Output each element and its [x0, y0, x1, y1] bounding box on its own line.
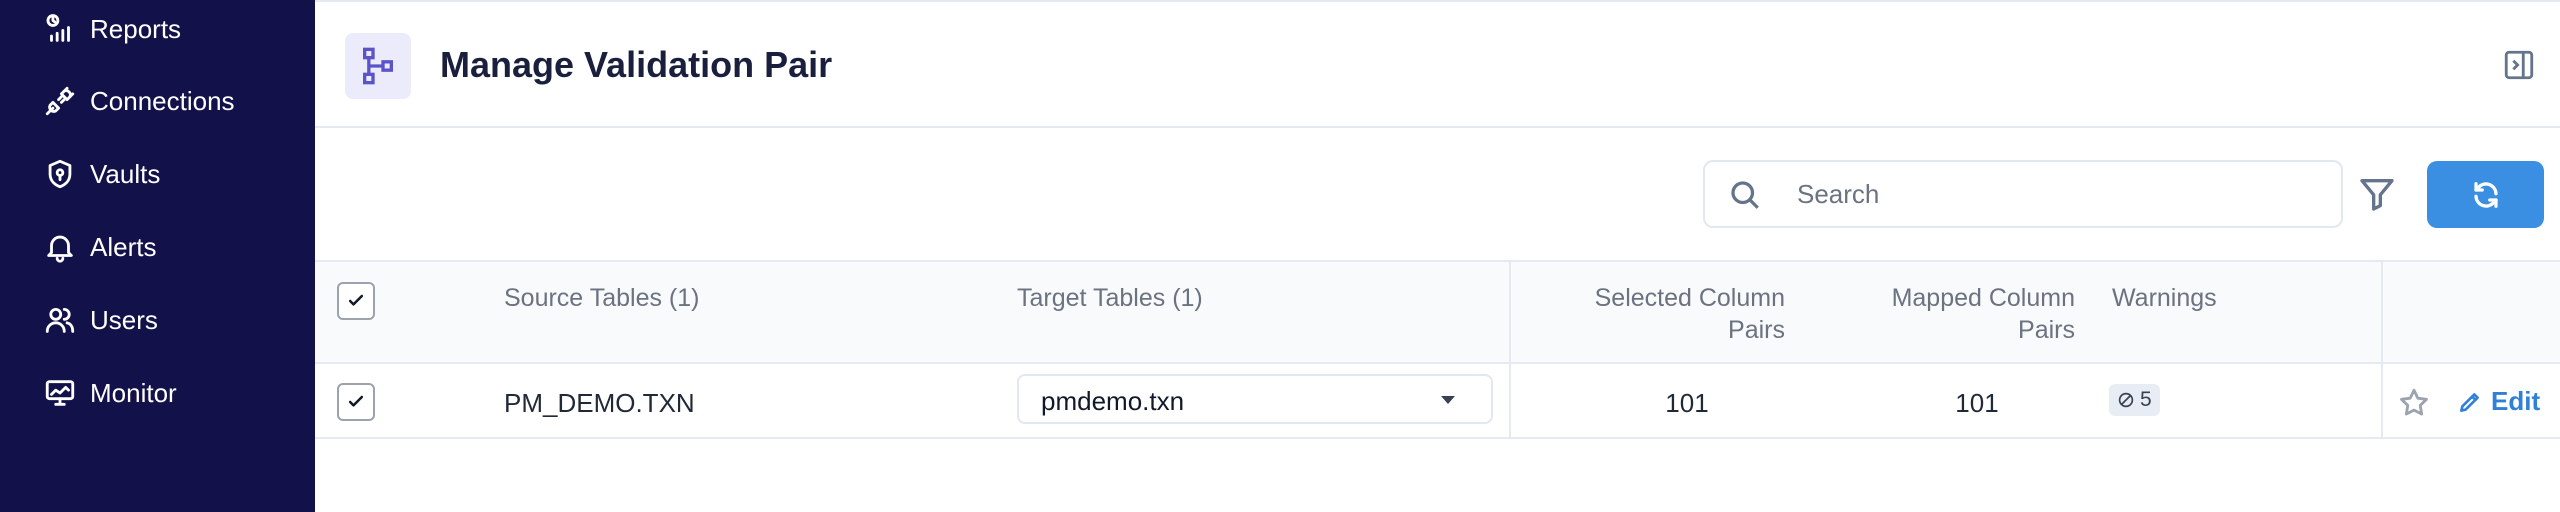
column-divider [1509, 262, 1511, 364]
search-box [1703, 160, 2343, 228]
selected-pairs-cell: 101 [1665, 388, 1709, 418]
row-checkbox[interactable] [337, 383, 375, 421]
column-divider [2381, 364, 2383, 437]
sidebar-item-label: Alerts [90, 231, 157, 262]
sidebar-item-label: Connections [90, 85, 235, 116]
users-icon [40, 300, 80, 340]
sidebar-item-alerts[interactable]: Alerts [40, 222, 156, 272]
sidebar-item-connections[interactable]: Connections [40, 76, 235, 126]
column-header-mapped-pairs[interactable]: Mapped Column Pairs [1825, 282, 2075, 346]
pencil-icon [2460, 392, 2479, 412]
select-all-checkbox[interactable] [337, 282, 375, 320]
sidebar-item-label: Monitor [90, 377, 177, 408]
warnings-badge[interactable]: 5 [2109, 384, 2160, 416]
target-table-value: pmdemo.txn [1041, 386, 1185, 416]
source-table-cell: PM_DEMO.TXN [504, 388, 695, 418]
column-header-source[interactable]: Source Tables (1) [504, 282, 699, 314]
page-header: Manage Validation Pair [315, 2, 2560, 128]
sidebar-item-label: Users [90, 304, 158, 335]
monitor-icon [40, 373, 80, 413]
caret-down-icon [1441, 396, 1455, 404]
main-content: Manage Validation Pair Source Tables (1)… [315, 0, 2560, 512]
sidebar-item-users[interactable]: Users [40, 295, 158, 345]
column-divider [1509, 364, 1511, 437]
column-divider [2381, 262, 2383, 364]
column-header-warnings[interactable]: Warnings [2112, 282, 2217, 314]
sidebar: Reports Connections Vaults Alerts Users … [0, 0, 315, 512]
sidebar-item-label: Reports [90, 13, 182, 44]
check-icon [348, 395, 364, 407]
star-icon[interactable] [2397, 386, 2431, 420]
sidebar-item-reports[interactable]: Reports [40, 4, 181, 54]
table-header: Source Tables (1) Target Tables (1) Sele… [315, 260, 2560, 364]
sidebar-item-monitor[interactable]: Monitor [40, 368, 177, 418]
target-table-select[interactable]: pmdemo.txn [1017, 374, 1493, 424]
refresh-button[interactable] [2427, 161, 2544, 228]
ban-icon [2118, 392, 2134, 408]
shield-icon [40, 154, 80, 194]
warnings-count: 5 [2140, 388, 2152, 411]
filter-icon[interactable] [2357, 174, 2397, 214]
column-header-target[interactable]: Target Tables (1) [1017, 282, 1203, 314]
panel-toggle-icon[interactable] [2502, 48, 2536, 82]
search-icon [1727, 177, 1763, 213]
hierarchy-icon [345, 33, 411, 99]
edit-label: Edit [2491, 386, 2541, 416]
mapped-pairs-cell: 101 [1955, 388, 1999, 418]
search-input[interactable] [1797, 172, 2317, 216]
check-icon [348, 294, 364, 306]
bell-icon [40, 227, 80, 267]
sidebar-item-vaults[interactable]: Vaults [40, 149, 160, 199]
edit-button[interactable]: Edit [2457, 386, 2540, 417]
refresh-icon [2473, 181, 2498, 208]
table-row[interactable]: PM_DEMO.TXN pmdemo.txn 101 101 5 Edit [315, 364, 2560, 439]
reports-icon [40, 9, 80, 49]
column-header-selected-pairs[interactable]: Selected Column Pairs [1535, 282, 1785, 346]
sidebar-item-label: Vaults [90, 158, 161, 189]
plug-icon [40, 81, 80, 121]
page-title: Manage Validation Pair [440, 44, 833, 85]
